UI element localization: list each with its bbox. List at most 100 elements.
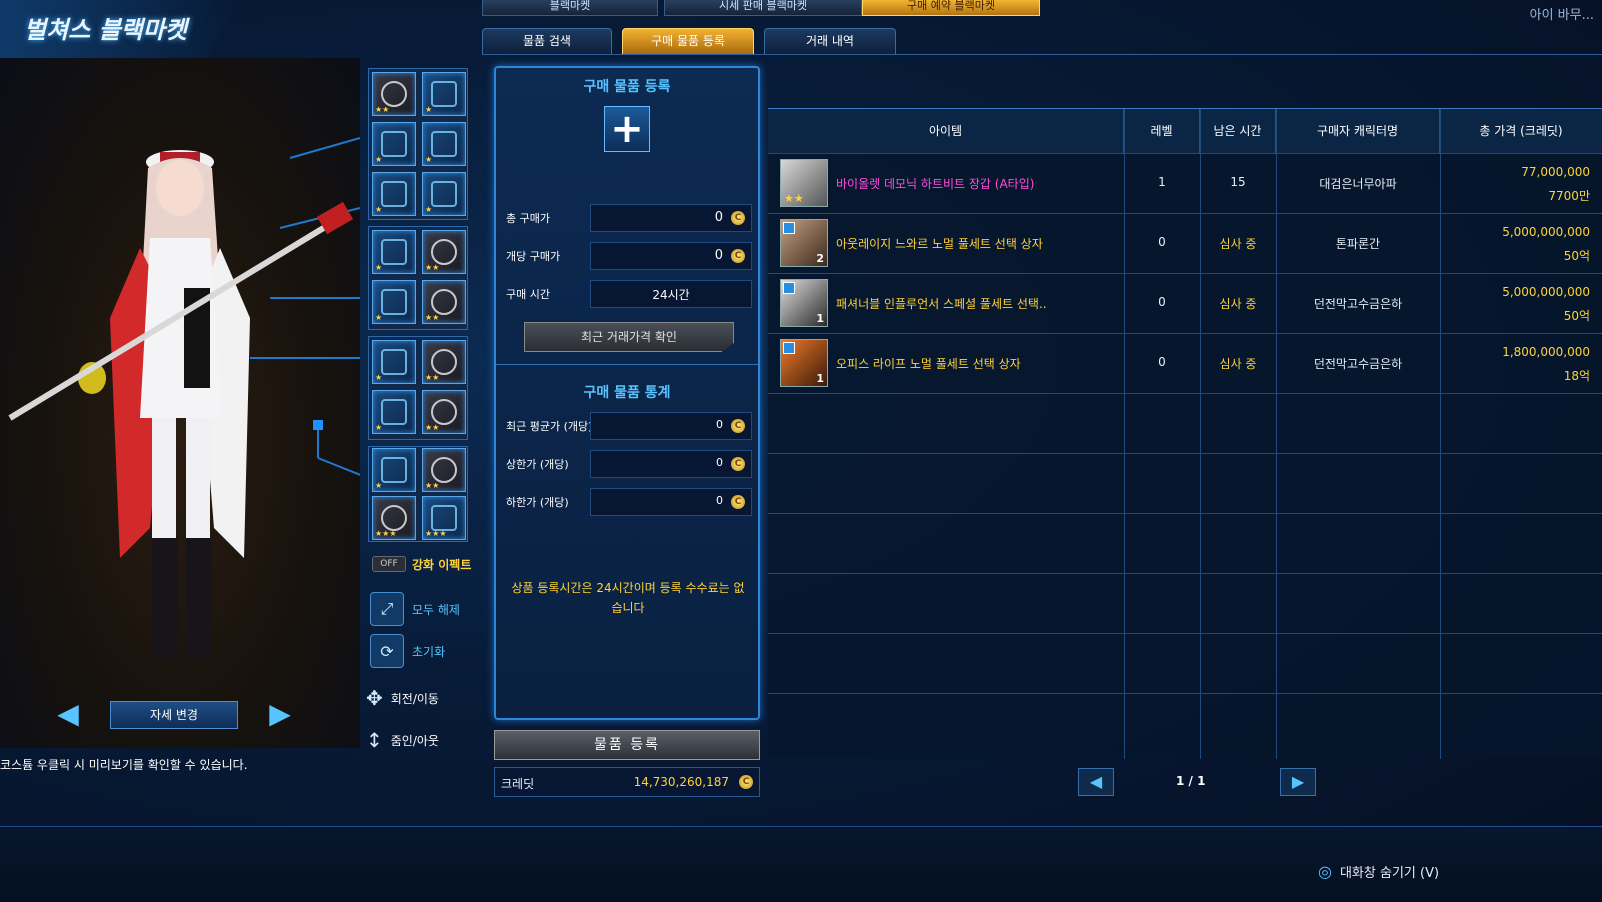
tab-trade-history[interactable]: 거래 내역 bbox=[764, 28, 896, 54]
tab-item-search[interactable]: 물품 검색 bbox=[482, 28, 612, 54]
register-item-button[interactable]: 물품 등록 bbox=[494, 730, 760, 760]
avg-price-field: 0C bbox=[590, 412, 752, 440]
col-header-time: 남은 시간 bbox=[1200, 109, 1276, 153]
hide-chat-button[interactable]: ◎ 대화창 숨기기 (V) bbox=[1318, 862, 1439, 881]
eye-off-icon: ◎ bbox=[1318, 862, 1332, 881]
check-icon bbox=[783, 342, 795, 354]
buyer-name: 대검은너무아파 bbox=[1319, 177, 1397, 191]
costume-slot-hair[interactable]: ★ bbox=[422, 72, 466, 116]
rotate-label: 회전/이동 bbox=[390, 691, 439, 706]
costume-slot-top[interactable]: ★ bbox=[422, 122, 466, 166]
pose-change-button[interactable]: 자세 변경 bbox=[110, 701, 238, 729]
effect-toggle[interactable]: OFF bbox=[372, 556, 406, 572]
unit-price-field[interactable]: 0C bbox=[590, 242, 752, 270]
coin-icon: C bbox=[731, 495, 745, 509]
purchase-time-value: 24시간 bbox=[652, 288, 690, 302]
prev-pose-button[interactable]: ◀ bbox=[50, 698, 86, 732]
costume-slot-outfit[interactable]: ★★ bbox=[422, 230, 466, 274]
box-icon: 2 bbox=[780, 219, 828, 267]
avg-price-value: 0 bbox=[716, 418, 723, 431]
costume-slot-leg[interactable]: ★ bbox=[372, 390, 416, 434]
remaining-time: 심사 중 bbox=[1219, 297, 1257, 311]
next-pose-button[interactable]: ▶ bbox=[262, 698, 298, 732]
max-price-row: 상한가 (개당) 0C bbox=[506, 450, 752, 478]
costume-slot-body[interactable]: ★ bbox=[422, 172, 466, 216]
credit-value: 14,730,260,187 bbox=[633, 775, 729, 789]
total-price: 77,000,000 bbox=[1521, 165, 1590, 179]
costume-slot-arm[interactable]: ★ bbox=[372, 230, 416, 274]
character-preview[interactable] bbox=[0, 58, 369, 748]
coin-icon: C bbox=[731, 419, 745, 433]
page-title: 벌쳐스 블랙마켓 bbox=[24, 16, 187, 44]
buyer-name: 던전막고수금은하 bbox=[1313, 297, 1403, 311]
eyepatch-icon bbox=[431, 349, 457, 375]
outfit-icon bbox=[431, 239, 457, 265]
costume-slot-boots[interactable]: ★★ bbox=[422, 390, 466, 434]
coin-icon: C bbox=[731, 249, 745, 263]
tab-divider bbox=[482, 54, 1602, 55]
costume-slot-belt[interactable]: ★ bbox=[372, 340, 416, 384]
boots-icon bbox=[431, 399, 457, 425]
prev-page-button[interactable]: ◀ bbox=[1078, 768, 1114, 796]
coin-icon: C bbox=[731, 211, 745, 225]
box-icon: 1 bbox=[780, 279, 828, 327]
col-header-price: 총 가격 (크레딧) bbox=[1440, 109, 1602, 153]
zoom-control[interactable]: ↕ 줌인/아웃 bbox=[366, 728, 439, 752]
top-tab-blackmarket[interactable]: 블랙마켓 bbox=[482, 0, 658, 16]
min-price-label: 하한가 (개당) bbox=[506, 496, 569, 509]
add-item-button[interactable]: + bbox=[604, 106, 650, 152]
costume-slot-wing[interactable]: ★★★ bbox=[422, 496, 466, 540]
row-divider bbox=[768, 573, 1602, 574]
table-row[interactable]: 2 아웃레이지 느와르 노멀 풀세트 선택 상자 0 심사 중 톤파론간 5,0… bbox=[768, 213, 1602, 273]
reset-button[interactable]: ⟳ 초기화 bbox=[370, 634, 445, 668]
costume-slot-face[interactable]: ★ bbox=[372, 122, 416, 166]
zoom-label: 줌인/아웃 bbox=[390, 733, 439, 748]
remaining-time: 심사 중 bbox=[1219, 237, 1257, 251]
costume-slot-head[interactable]: ★★ bbox=[372, 72, 416, 116]
purchase-time-field[interactable]: 24시간 bbox=[590, 280, 752, 308]
total-price-row: 총 구매가 0C bbox=[506, 204, 752, 232]
costume-slot-weapon[interactable]: ★★ bbox=[422, 448, 466, 492]
coin-icon: C bbox=[739, 775, 753, 789]
total-price-field[interactable]: 0C bbox=[590, 204, 752, 232]
costume-slot-eyepatch[interactable]: ★★ bbox=[422, 340, 466, 384]
costume-slot-effect[interactable]: ★ bbox=[372, 172, 416, 216]
col-header-buyer: 구매자 캐릭터명 bbox=[1276, 109, 1440, 153]
body-icon bbox=[431, 181, 457, 207]
mouse-scroll-icon: ↕ bbox=[366, 728, 383, 752]
costume-slot-hand[interactable]: ★ bbox=[372, 280, 416, 324]
avg-price-row: 최근 평균가 (개당) 0C bbox=[506, 412, 752, 440]
purchase-list-table: 아이템 레벨 남은 시간 구매자 캐릭터명 총 가격 (크레딧) ★★ 바이올렛… bbox=[768, 108, 1602, 759]
min-price-field: 0C bbox=[590, 488, 752, 516]
page-indicator: 1 / 1 bbox=[1176, 774, 1206, 788]
item-name: 오피스 라이프 노멀 풀세트 선택 상자 bbox=[836, 357, 1021, 371]
total-price-short: 18억 bbox=[1563, 369, 1590, 383]
top-icon bbox=[431, 131, 457, 157]
total-price: 5,000,000,000 bbox=[1502, 225, 1590, 239]
rotate-move-control[interactable]: ✥ 회전/이동 bbox=[366, 686, 439, 710]
top-tab-sell-blackmarket[interactable]: 시세 판매 블랙마켓 bbox=[664, 0, 862, 16]
effect-label: 강화 이펙트 bbox=[412, 558, 472, 572]
register-panel: 구매 물품 등록 + 총 구매가 0C 개당 구매가 0C 구매 시간 24시간… bbox=[494, 66, 760, 720]
purchase-time-row: 구매 시간 24시간 bbox=[506, 280, 752, 308]
table-row[interactable]: 1 오피스 라이프 노멀 풀세트 선택 상자 0 심사 중 던전막고수금은하 1… bbox=[768, 333, 1602, 393]
costume-slot-back[interactable]: ★ bbox=[372, 448, 416, 492]
total-price-short: 50억 bbox=[1563, 249, 1590, 263]
recent-price-button[interactable]: 최근 거래가격 확인 bbox=[524, 322, 734, 352]
table-row[interactable]: 1 패셔너블 인플루언서 스페셜 풀세트 선택.. 0 심사 중 던전막고수금은… bbox=[768, 273, 1602, 333]
refresh-icon: ⟳ bbox=[370, 634, 404, 668]
leg-icon bbox=[381, 399, 407, 425]
next-page-button[interactable]: ▶ bbox=[1280, 768, 1316, 796]
costume-slot-glove[interactable]: ★★ bbox=[422, 280, 466, 324]
costume-slot-aura[interactable]: ★★★ bbox=[372, 496, 416, 540]
weapon-icon bbox=[431, 457, 457, 483]
tab-register-purchase[interactable]: 구매 물품 등록 bbox=[622, 28, 754, 54]
top-tab-reserve-blackmarket[interactable]: 구매 예약 블랙마켓 bbox=[862, 0, 1040, 16]
back-icon bbox=[381, 457, 407, 483]
release-all-button[interactable]: ⤢ 모두 해제 bbox=[370, 592, 460, 626]
unit-price-row: 개당 구매가 0C bbox=[506, 242, 752, 270]
box-icon: 1 bbox=[780, 339, 828, 387]
plus-icon: + bbox=[610, 106, 644, 152]
table-row[interactable]: ★★ 바이올렛 데모닉 하트비트 장갑 (A타입) 1 15 대검은너무아파 7… bbox=[768, 153, 1602, 213]
total-price-value: 0 bbox=[714, 210, 723, 225]
